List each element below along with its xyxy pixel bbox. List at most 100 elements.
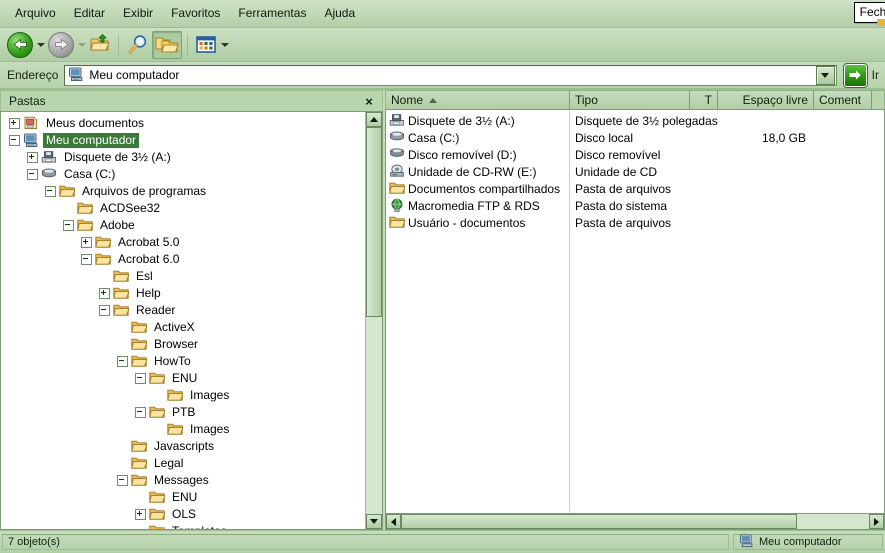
- list-item[interactable]: Macromedia FTP & RDS: [386, 197, 569, 214]
- collapse-icon[interactable]: [77, 254, 95, 265]
- minus-box-icon[interactable]: [62, 220, 74, 231]
- collapse-icon[interactable]: [131, 407, 149, 418]
- list-horizontal-scrollbar[interactable]: [385, 513, 885, 530]
- folders-tree[interactable]: Meus documentos Meu computador Disquete de…: [1, 112, 365, 529]
- list-item[interactable]: Usuário - documentos: [386, 214, 569, 231]
- column-header-t[interactable]: T: [690, 91, 718, 109]
- collapse-icon[interactable]: [113, 475, 131, 486]
- collapse-icon[interactable]: [131, 373, 149, 384]
- list-item[interactable]: Casa (C:): [386, 129, 569, 146]
- tree-item[interactable]: Acrobat 5.0: [1, 234, 365, 251]
- list-item[interactable]: Unidade de CD-RW (E:): [386, 163, 569, 180]
- tree-item[interactable]: Arquivos de programas: [1, 183, 365, 200]
- scroll-down-button[interactable]: [366, 514, 382, 529]
- plus-box-icon[interactable]: [98, 288, 110, 299]
- menu-favoritos[interactable]: Favoritos: [162, 4, 229, 23]
- views-button[interactable]: [193, 32, 219, 58]
- expand-icon[interactable]: [131, 509, 149, 520]
- folders-button[interactable]: [152, 30, 182, 59]
- scroll-right-button[interactable]: [869, 514, 884, 529]
- tree-item[interactable]: Adobe: [1, 217, 365, 234]
- expand-icon[interactable]: [23, 152, 41, 163]
- list-item[interactable]: Documentos compartilhados: [386, 180, 569, 197]
- column-header-tipo[interactable]: Tipo: [570, 91, 690, 109]
- file-list-header[interactable]: Nome Tipo T Espaço livre Coment: [385, 90, 885, 110]
- forward-history-dropdown[interactable]: [76, 34, 87, 56]
- plus-box-icon[interactable]: [26, 152, 38, 163]
- tree-item[interactable]: OLS: [1, 506, 365, 523]
- tree-item[interactable]: Images: [1, 387, 365, 404]
- list-item[interactable]: Disco removível (D:): [386, 146, 569, 163]
- address-dropdown-icon[interactable]: [815, 65, 835, 85]
- tree-item[interactable]: ACDSee32: [1, 200, 365, 217]
- tree-item[interactable]: HowTo: [1, 353, 365, 370]
- tree-item[interactable]: Esl: [1, 268, 365, 285]
- tree-item[interactable]: Casa (C:): [1, 166, 365, 183]
- tree-item[interactable]: ActiveX: [1, 319, 365, 336]
- minus-box-icon[interactable]: [44, 186, 56, 197]
- back-button[interactable]: [5, 31, 35, 58]
- menu-editar[interactable]: Editar: [65, 4, 114, 23]
- collapse-icon[interactable]: [23, 169, 41, 180]
- collapse-icon[interactable]: [5, 135, 23, 146]
- tree-item[interactable]: Templates: [1, 523, 365, 529]
- plus-box-icon[interactable]: [8, 118, 20, 129]
- forward-button[interactable]: [46, 31, 76, 58]
- tree-item[interactable]: Meu computador: [1, 132, 365, 149]
- scroll-up-button[interactable]: [366, 112, 382, 127]
- tree-item[interactable]: Javascripts: [1, 438, 365, 455]
- tree-item[interactable]: ENU: [1, 489, 365, 506]
- column-header-coment[interactable]: Coment: [814, 91, 872, 109]
- menu-exibir[interactable]: Exibir: [114, 4, 162, 23]
- tree-item[interactable]: Legal: [1, 455, 365, 472]
- tree-vertical-scrollbar[interactable]: [365, 112, 382, 529]
- list-item[interactable]: Disquete de 3½ (A:): [386, 112, 569, 129]
- views-dropdown[interactable]: [219, 34, 230, 56]
- tree-item[interactable]: Disquete de 3½ (A:): [1, 149, 365, 166]
- go-button[interactable]: Ir: [837, 62, 885, 88]
- close-icon[interactable]: ×: [361, 93, 377, 109]
- collapse-icon[interactable]: [41, 186, 59, 197]
- collapse-icon[interactable]: [113, 356, 131, 367]
- tree-item[interactable]: ENU: [1, 370, 365, 387]
- minus-box-icon[interactable]: [26, 169, 38, 180]
- minus-box-icon[interactable]: [80, 254, 92, 265]
- column-name[interactable]: Disquete de 3½ (A:) Casa (C:) Disco removí…: [386, 110, 570, 513]
- minus-box-icon[interactable]: [98, 305, 110, 316]
- list-scroll-track[interactable]: [401, 514, 869, 529]
- minus-box-icon[interactable]: [134, 407, 146, 418]
- tree-scroll-track[interactable]: [366, 127, 382, 514]
- file-list-body[interactable]: Disquete de 3½ (A:) Casa (C:) Disco removí…: [386, 110, 884, 513]
- back-history-dropdown[interactable]: [35, 34, 46, 56]
- menu-arquivo[interactable]: Arquivo: [6, 4, 65, 23]
- menu-ajuda[interactable]: Ajuda: [315, 4, 364, 23]
- column-header-nome[interactable]: Nome: [386, 91, 570, 109]
- list-scroll-thumb[interactable]: [401, 514, 797, 529]
- tree-item[interactable]: Messages: [1, 472, 365, 489]
- tree-item[interactable]: PTB: [1, 404, 365, 421]
- minus-box-icon[interactable]: [134, 373, 146, 384]
- collapse-icon[interactable]: [59, 220, 77, 231]
- tree-item[interactable]: Meus documentos: [1, 115, 365, 132]
- tree-item[interactable]: Reader: [1, 302, 365, 319]
- scroll-left-button[interactable]: [386, 514, 401, 529]
- expand-icon[interactable]: [77, 237, 95, 248]
- tree-item[interactable]: Help: [1, 285, 365, 302]
- minus-box-icon[interactable]: [116, 475, 128, 486]
- plus-box-icon[interactable]: [134, 509, 146, 520]
- tree-item[interactable]: Acrobat 6.0: [1, 251, 365, 268]
- tree-scroll-thumb[interactable]: [366, 127, 382, 317]
- address-input[interactable]: Meu computador: [64, 64, 837, 86]
- expand-icon[interactable]: [95, 288, 113, 299]
- column-header-espa-o-livre[interactable]: Espaço livre: [718, 91, 814, 109]
- expand-icon[interactable]: [5, 118, 23, 129]
- tree-item[interactable]: Browser: [1, 336, 365, 353]
- menu-ferramentas[interactable]: Ferramentas: [229, 4, 315, 23]
- collapse-icon[interactable]: [95, 305, 113, 316]
- search-button[interactable]: [124, 32, 152, 58]
- up-button[interactable]: [87, 32, 113, 58]
- tree-item[interactable]: Images: [1, 421, 365, 438]
- minus-box-icon[interactable]: [8, 135, 20, 146]
- plus-box-icon[interactable]: [80, 237, 92, 248]
- minus-box-icon[interactable]: [116, 356, 128, 367]
